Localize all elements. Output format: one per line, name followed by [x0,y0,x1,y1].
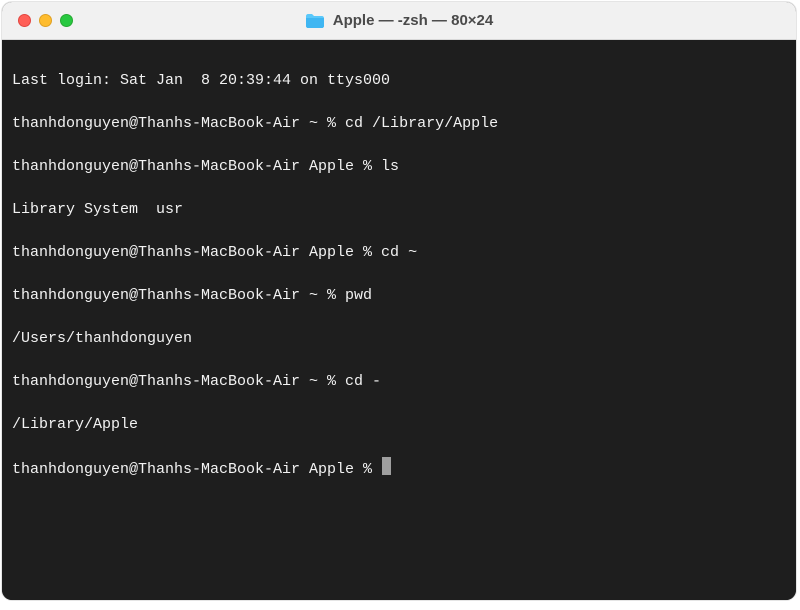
terminal-prompt-line: thanhdonguyen@Thanhs-MacBook-Air Apple % [12,457,786,481]
terminal-line: /Users/thanhdonguyen [12,328,786,350]
titlebar[interactable]: Apple — -zsh — 80×24 [2,2,796,40]
terminal-line: /Library/Apple [12,414,786,436]
terminal-line: thanhdonguyen@Thanhs-MacBook-Air ~ % cd … [12,113,786,135]
cursor [382,457,391,475]
close-button[interactable] [18,14,31,27]
terminal-window: Apple — -zsh — 80×24 Last login: Sat Jan… [2,2,796,600]
window-title: Apple — -zsh — 80×24 [333,12,493,29]
terminal-line: Last login: Sat Jan 8 20:39:44 on ttys00… [12,70,786,92]
minimize-button[interactable] [39,14,52,27]
terminal-prompt: thanhdonguyen@Thanhs-MacBook-Air Apple % [12,461,381,478]
maximize-button[interactable] [60,14,73,27]
terminal-line: Library System usr [12,199,786,221]
terminal-content[interactable]: Last login: Sat Jan 8 20:39:44 on ttys00… [2,40,796,600]
terminal-line: thanhdonguyen@Thanhs-MacBook-Air Apple %… [12,242,786,264]
folder-icon [305,13,325,29]
terminal-line: thanhdonguyen@Thanhs-MacBook-Air ~ % pwd [12,285,786,307]
terminal-line: thanhdonguyen@Thanhs-MacBook-Air ~ % cd … [12,371,786,393]
traffic-lights [2,14,73,27]
terminal-line: thanhdonguyen@Thanhs-MacBook-Air Apple %… [12,156,786,178]
title-center: Apple — -zsh — 80×24 [305,12,493,29]
